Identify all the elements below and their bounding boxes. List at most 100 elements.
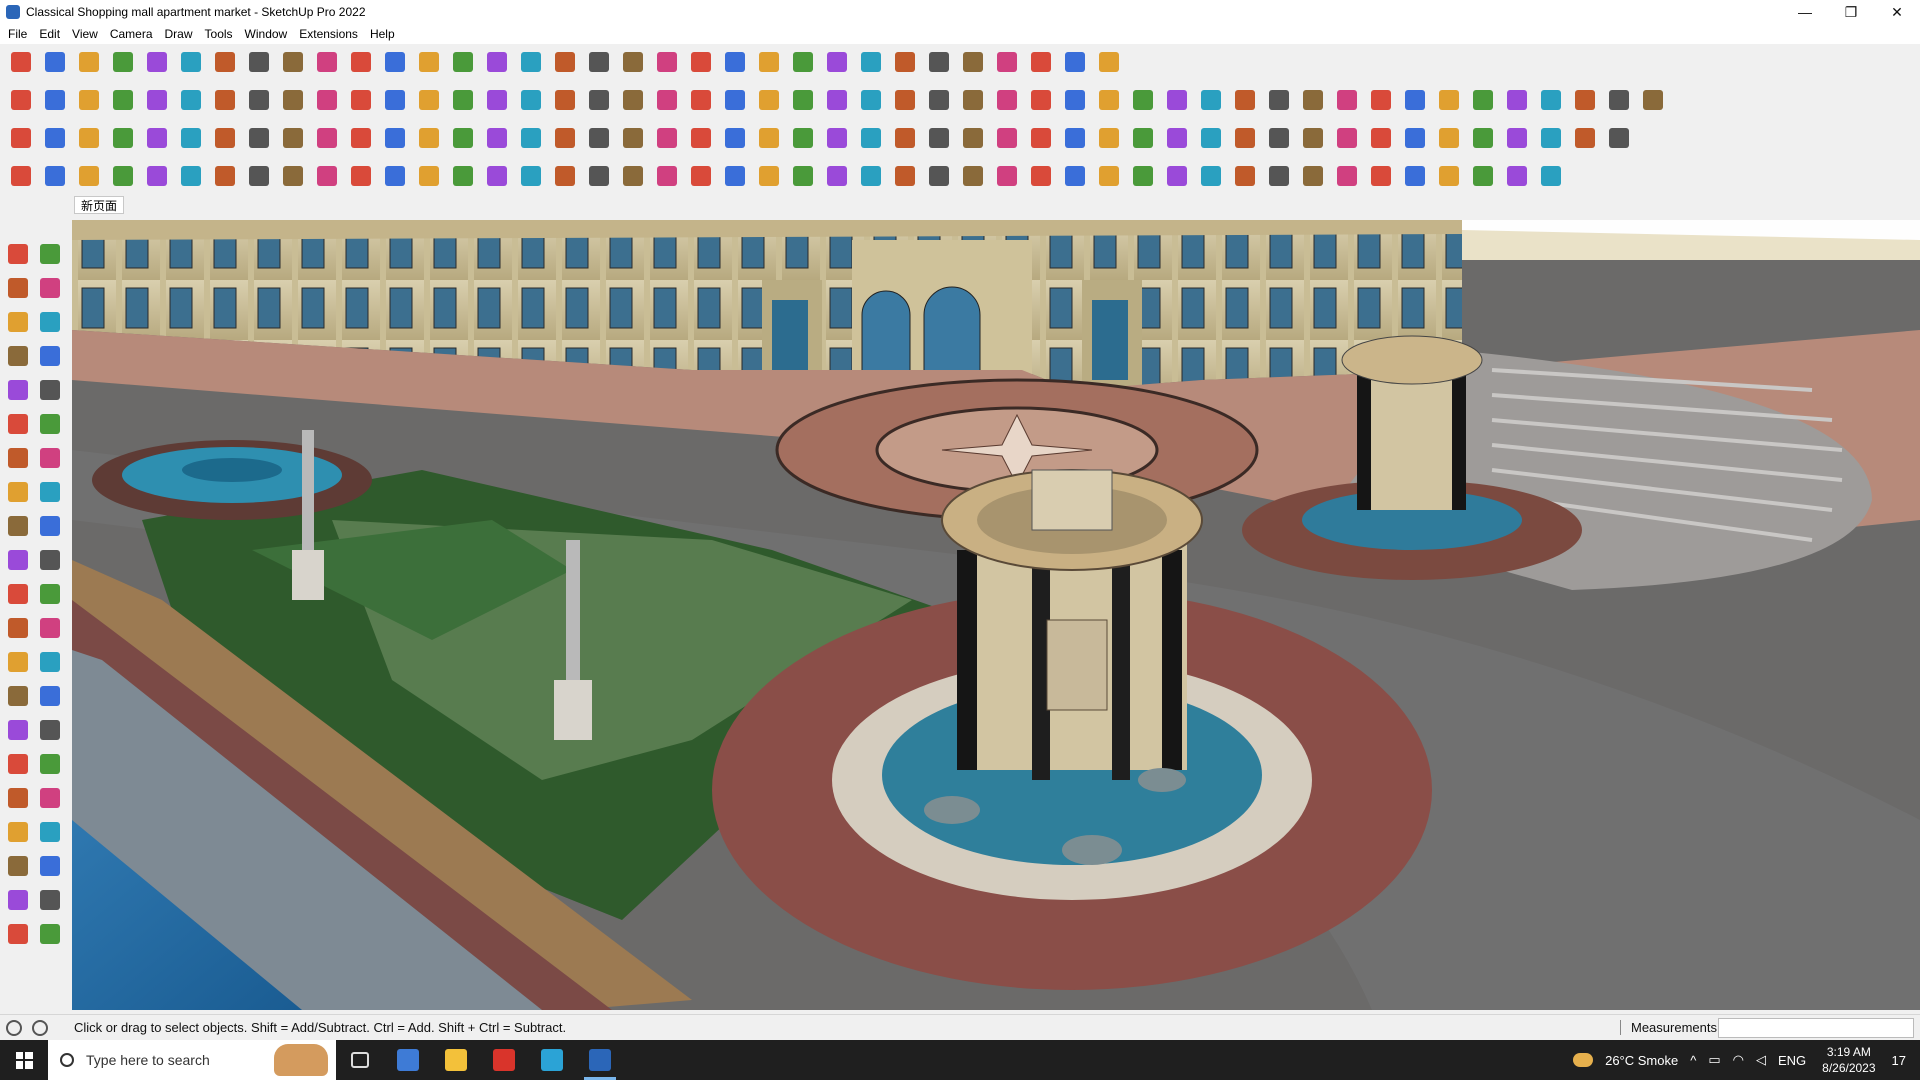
menu-window[interactable]: Window <box>241 27 296 41</box>
tool-orbit[interactable] <box>36 240 64 268</box>
outer-shell-button[interactable] <box>788 85 818 115</box>
smooth-button[interactable] <box>1026 85 1056 115</box>
plugin-4-button[interactable] <box>108 123 138 153</box>
stair-30-button[interactable] <box>992 161 1022 191</box>
smoove-button[interactable] <box>448 85 478 115</box>
undo-button[interactable] <box>1026 47 1056 77</box>
hidden-line-button[interactable] <box>720 47 750 77</box>
task-view-button[interactable] <box>336 1040 384 1080</box>
tool-dimension[interactable] <box>4 682 32 710</box>
ellipse-button[interactable] <box>1400 85 1430 115</box>
solid-intersect-button[interactable] <box>686 85 716 115</box>
plugin-31-button[interactable] <box>1026 123 1056 153</box>
stair-35-button[interactable] <box>1162 161 1192 191</box>
plugin-42-button[interactable] <box>1400 123 1430 153</box>
section-cut-button[interactable] <box>312 85 342 115</box>
explode-button[interactable] <box>1196 85 1226 115</box>
warehouse-button[interactable] <box>788 47 818 77</box>
tool-rotate[interactable] <box>4 546 32 574</box>
tool-scale[interactable] <box>4 580 32 608</box>
move-button[interactable] <box>278 47 308 77</box>
stair-8-button[interactable] <box>244 161 274 191</box>
back-view-button[interactable] <box>142 85 172 115</box>
tool-tape-measure[interactable] <box>36 308 64 336</box>
stair-38-button[interactable] <box>1264 161 1294 191</box>
plugin-12-button[interactable] <box>380 123 410 153</box>
plugin-11-button[interactable] <box>346 123 376 153</box>
chevron-up-icon[interactable]: ^ <box>1690 1053 1696 1068</box>
stair-32-button[interactable] <box>1060 161 1090 191</box>
menu-help[interactable]: Help <box>366 27 403 41</box>
intersect-button[interactable] <box>1230 85 1260 115</box>
pencil-button[interactable] <box>108 47 138 77</box>
plugin-37-button[interactable] <box>1230 123 1260 153</box>
plugin-44-button[interactable] <box>1468 123 1498 153</box>
plugin-10-button[interactable] <box>312 123 342 153</box>
plugin-15-button[interactable] <box>482 123 512 153</box>
section-fill-button[interactable] <box>278 85 308 115</box>
tool-protractor[interactable] <box>36 682 64 710</box>
tape-button[interactable] <box>380 47 410 77</box>
stair-26-button[interactable] <box>856 161 886 191</box>
plugin-14-button[interactable] <box>448 123 478 153</box>
plugin-2-button[interactable] <box>40 123 70 153</box>
volume-icon[interactable]: ◁ <box>1756 1052 1766 1068</box>
plugin-6-button[interactable] <box>176 123 206 153</box>
menu-draw[interactable]: Draw <box>161 27 201 41</box>
plugin-23-button[interactable] <box>754 123 784 153</box>
paint-button[interactable] <box>448 47 478 77</box>
extrude-button[interactable] <box>1604 85 1634 115</box>
tool-rotated-rect[interactable] <box>36 376 64 404</box>
tool-push-pull[interactable] <box>36 512 64 540</box>
stair-31-button[interactable] <box>1026 161 1056 191</box>
plugin-16-button[interactable] <box>516 123 546 153</box>
stair-37-button[interactable] <box>1230 161 1260 191</box>
drape-button[interactable] <box>516 85 546 115</box>
plugin-1-button[interactable] <box>6 123 36 153</box>
select-button[interactable] <box>40 47 70 77</box>
plugin-32-button[interactable] <box>1060 123 1090 153</box>
tool-3pt-arc[interactable] <box>36 478 64 506</box>
stair-45-button[interactable] <box>1502 161 1532 191</box>
start-button[interactable] <box>0 1040 48 1080</box>
plugin-35-button[interactable] <box>1162 123 1192 153</box>
zoom-window-button[interactable] <box>550 47 580 77</box>
solid-split-button[interactable] <box>754 85 784 115</box>
calculator-app[interactable] <box>384 1040 432 1080</box>
stair-1-button[interactable] <box>6 161 36 191</box>
stair-46-button[interactable] <box>1536 161 1566 191</box>
sandbox-from-contours-button[interactable] <box>380 85 410 115</box>
menu-file[interactable]: File <box>4 27 35 41</box>
xray-button[interactable] <box>618 47 648 77</box>
menu-camera[interactable]: Camera <box>106 27 161 41</box>
plugin-30-button[interactable] <box>992 123 1022 153</box>
tool-arc[interactable] <box>4 444 32 472</box>
stair-2-button[interactable] <box>40 161 70 191</box>
extension-button[interactable] <box>822 47 852 77</box>
tool-look-around[interactable] <box>36 818 64 846</box>
fog-button[interactable] <box>856 85 886 115</box>
pan-button[interactable] <box>516 47 546 77</box>
tool-tape[interactable] <box>4 614 32 642</box>
tool-hidden-line[interactable] <box>36 920 64 948</box>
left-view-button[interactable] <box>176 85 206 115</box>
tool-polygon[interactable] <box>36 410 64 438</box>
stair-14-button[interactable] <box>448 161 478 191</box>
stair-5-button[interactable] <box>142 161 172 191</box>
plugin-13-button[interactable] <box>414 123 444 153</box>
weld-button[interactable] <box>1264 85 1294 115</box>
add-location-button[interactable] <box>890 47 920 77</box>
tool-paint-bucket[interactable] <box>4 274 32 302</box>
menu-view[interactable]: View <box>68 27 106 41</box>
right-view-button[interactable] <box>108 85 138 115</box>
bottom-view-button[interactable] <box>210 85 240 115</box>
stair-3-button[interactable] <box>74 161 104 191</box>
plugin-45-button[interactable] <box>1502 123 1532 153</box>
stair-13-button[interactable] <box>414 161 444 191</box>
plugin-40-button[interactable] <box>1332 123 1362 153</box>
plugin-22-button[interactable] <box>720 123 750 153</box>
menu-extensions[interactable]: Extensions <box>295 27 366 41</box>
tool-freehand[interactable] <box>36 342 64 370</box>
tool-3d-text[interactable] <box>36 648 64 676</box>
stair-12-button[interactable] <box>380 161 410 191</box>
